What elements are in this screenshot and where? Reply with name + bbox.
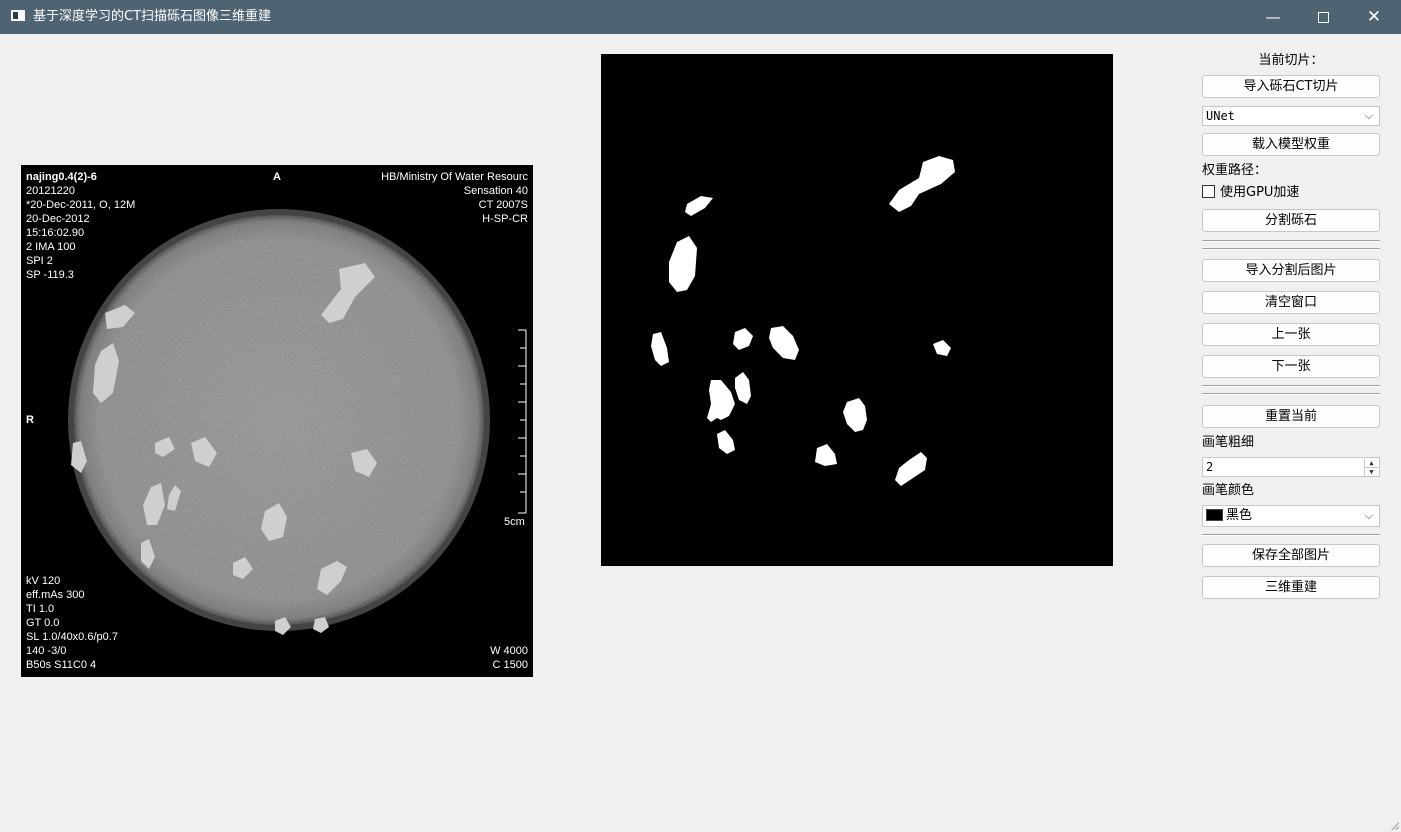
separator [1202,248,1380,250]
mask-blob [889,156,955,212]
previous-image-button[interactable]: 上一张 [1202,323,1380,346]
separator [1202,534,1380,536]
overlay-line: HB/Ministry Of Water Resourc [381,171,528,183]
maximize-button[interactable] [1300,0,1346,34]
mask-blob [735,372,751,404]
overlay-line: H-SP-CR [482,213,528,225]
overlay-line: kV 120 [26,575,61,587]
maximize-icon [1317,12,1329,23]
overlay-scanner-info: HB/Ministry Of Water Resourc Sensation 4… [381,170,528,226]
overlay-line: SP -119.3 [26,269,74,281]
mask-blob [717,430,735,454]
overlay-line: SL 1.0/40x0.6/p0.7 [26,631,118,643]
model-select[interactable]: UNet ⌵ [1202,106,1380,126]
mask-blob [895,452,927,486]
segmentation-mask [651,156,955,486]
mask-blob [651,332,669,366]
next-image-button[interactable]: 下一张 [1202,355,1380,378]
mask-blob [843,398,867,432]
mask-blob [769,326,799,360]
weights-path-label: 权重路径： [1202,163,1268,178]
separator [1202,393,1380,395]
chevron-down-icon: ⌵ [1364,109,1373,122]
model-select-value: UNet [1206,109,1235,123]
overlay-line: eff.mAs 300 [26,589,85,601]
gpu-checkbox-label: 使用GPU加速 [1220,185,1300,200]
mask-blob [669,236,697,292]
import-segmented-button[interactable]: 导入分割后图片 [1202,259,1380,282]
brush-size-value: 2 [1206,460,1214,474]
color-swatch [1206,509,1223,521]
segment-gravel-button[interactable]: 分割砾石 [1202,209,1380,232]
brush-color-select[interactable]: 黑色 ⌵ [1202,505,1380,527]
overlay-line: *20-Dec-2011, O, 12M [26,199,136,211]
resize-grip[interactable] [1391,822,1399,830]
title-bar: 基于深度学习的CT扫描砾石图像三维重建 — ✕ [0,0,1401,34]
overlay-line: Sensation 40 [463,185,528,197]
overlay-line: 20-Dec-2012 [26,213,90,225]
mask-blob [815,444,837,466]
window-title: 基于深度学习的CT扫描砾石图像三维重建 [33,9,272,24]
load-model-weights-button[interactable]: 载入模型权重 [1202,133,1380,156]
segmentation-view[interactable] [601,54,1113,566]
overlay-line: SPI 2 [26,255,53,267]
overlay-line: C 1500 [492,659,528,671]
overlay-patient-info: najing0.4(2)-6 20121220 *20-Dec-2011, O,… [26,170,135,282]
minimize-button[interactable]: — [1250,0,1296,34]
separator [1202,240,1380,242]
mask-blob [685,196,713,216]
overlay-line: W 4000 [490,645,528,657]
mask-blob [733,328,753,350]
ct-slice-view[interactable]: najing0.4(2)-6 20121220 *20-Dec-2011, O,… [21,165,533,677]
brush-size-spinbox[interactable]: 2 ▲ ▼ [1202,457,1380,477]
overlay-line: 2 IMA 100 [26,241,76,253]
brush-size-label: 画笔粗细 [1202,435,1255,450]
overlay-line: TI 1.0 [26,603,55,615]
brush-color-label: 画笔颜色 [1202,483,1255,498]
mask-blob [933,340,951,356]
overlay-line: B50s S11C0 4 [26,659,97,671]
brush-color-value: 黑色 [1226,508,1253,523]
overlay-line: 20121220 [26,185,75,197]
clear-window-button[interactable]: 清空窗口 [1202,291,1380,314]
overlay-window-level: W 4000 C 1500 [490,644,528,672]
chevron-down-icon: ⌵ [1364,509,1373,522]
current-slice-label: 当前切片： [1258,53,1324,68]
overlay-line: CT 2007S [478,199,528,211]
overlay-line: najing0.4(2)-6 [26,171,97,183]
overlay-line: 140 -3/0 [26,645,67,657]
overlay-acquisition-params: kV 120 eff.mAs 300 TI 1.0 GT 0.0 SL 1.0/… [26,574,118,672]
reset-current-button[interactable]: 重置当前 [1202,405,1380,428]
spin-down-icon[interactable]: ▼ [1364,468,1378,476]
orientation-anterior: A [273,171,281,183]
sample-texture [74,215,484,625]
close-button[interactable]: ✕ [1351,0,1397,34]
import-ct-slice-button[interactable]: 导入砾石CT切片 [1202,75,1380,98]
orientation-right: R [26,414,34,426]
save-all-images-button[interactable]: 保存全部图片 [1202,544,1380,567]
app-icon [11,10,25,21]
gpu-checkbox[interactable]: 使用GPU加速 [1202,184,1380,202]
overlay-line: GT 0.0 [26,617,60,629]
scale-bar [518,329,527,514]
scale-label: 5cm [504,516,525,528]
overlay-line: 15:16:02.90 [26,227,85,239]
reconstruct-3d-button[interactable]: 三维重建 [1202,576,1380,599]
mask-blob [707,380,735,422]
checkbox-icon[interactable] [1202,185,1215,198]
separator [1202,385,1380,387]
spin-up-icon[interactable]: ▲ [1364,459,1378,468]
